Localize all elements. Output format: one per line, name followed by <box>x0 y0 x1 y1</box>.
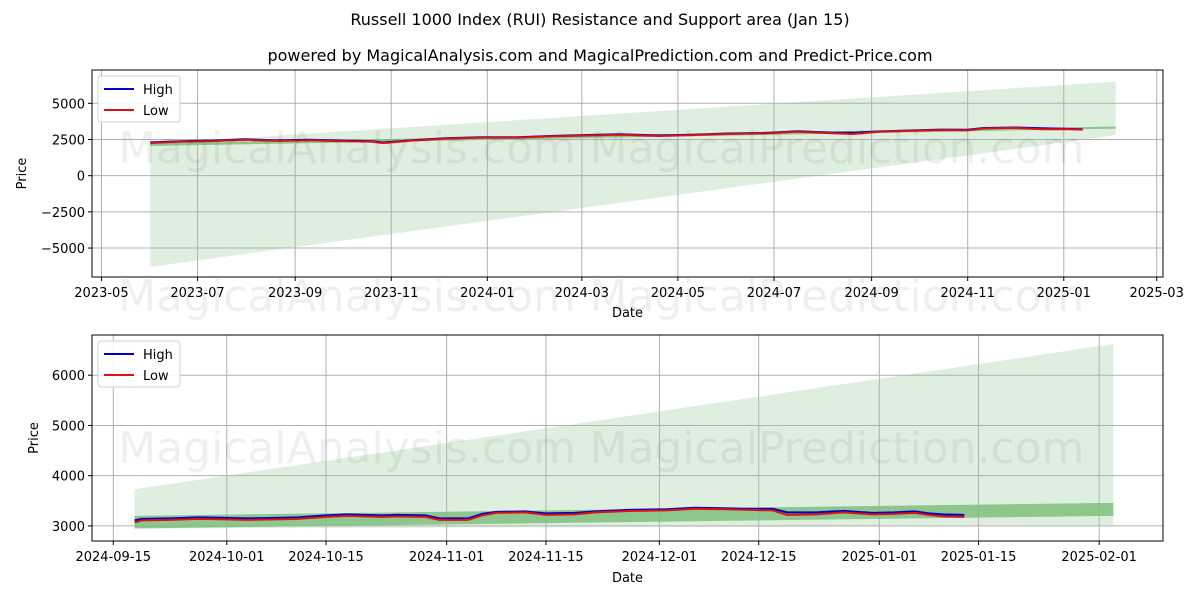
x-tick-label: 2024-09-15 <box>75 550 151 565</box>
y-tick-label: −5000 <box>41 242 85 257</box>
x-tick-label: 2025-01-15 <box>941 550 1017 565</box>
y-tick-label: 2500 <box>52 133 85 148</box>
legend-label-low: Low <box>143 369 169 384</box>
x-axis-label: Date <box>612 571 643 586</box>
legend: High Low <box>97 340 181 388</box>
x-tick-label: 2024-11-15 <box>508 550 584 565</box>
y-tick-label: 3000 <box>52 520 85 535</box>
watermark-text: MagicalPrediction.com <box>590 271 1085 322</box>
legend-label-low: Low <box>143 104 169 119</box>
x-tick-label: 2024-12-01 <box>622 550 698 565</box>
y-tick-label: 4000 <box>52 470 85 485</box>
watermark-text: MagicalAnalysis.com <box>118 123 576 174</box>
x-tick-label: 2025-01-01 <box>842 550 918 565</box>
y-axis-label: Price <box>15 158 30 190</box>
x-tick-label: 2024-10-01 <box>189 550 265 565</box>
legend: High Low <box>97 75 181 123</box>
x-tick-label: 2025-03 <box>1130 286 1184 301</box>
watermark-text: MagicalAnalysis.com <box>118 271 576 322</box>
watermark-text: MagicalAnalysis.com <box>118 423 576 474</box>
x-tick-label: 2025-02-01 <box>1061 550 1137 565</box>
y-tick-label: −2500 <box>41 206 85 221</box>
y-tick-label: 5000 <box>52 97 85 112</box>
chart-canvas: 2023-05 2023-07 2023-09 2023-11 2024-01 2024-… <box>15 69 1184 586</box>
y-tick-label: 0 <box>77 170 85 185</box>
watermark-text: MagicalPrediction.com <box>590 423 1085 474</box>
legend-label-high: High <box>143 348 173 363</box>
x-tick-label: 2024-12-15 <box>721 550 797 565</box>
x-tick-label: 2024-10-15 <box>288 550 364 565</box>
legend-label-high: High <box>143 83 173 98</box>
y-tick-label: 6000 <box>52 369 85 384</box>
watermark-text: MagicalPrediction.com <box>590 123 1085 174</box>
y-tick-label: 5000 <box>52 419 85 434</box>
x-tick-label: 2024-11-01 <box>409 550 485 565</box>
y-axis-label: Price <box>27 422 42 454</box>
